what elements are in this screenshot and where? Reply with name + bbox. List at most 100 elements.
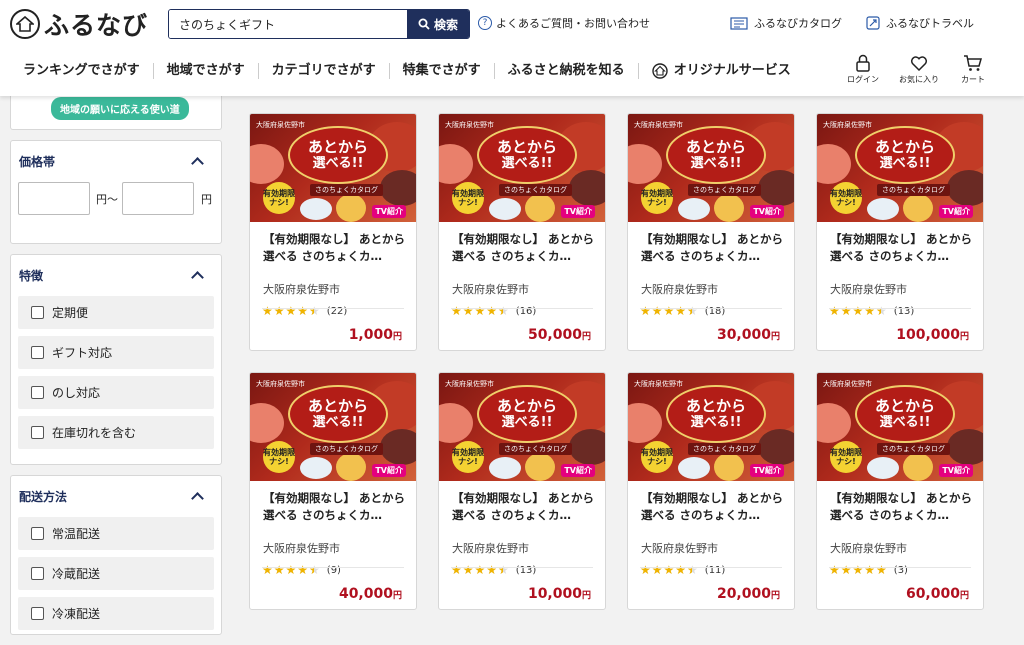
price-unit: 円 (581, 591, 591, 601)
headline-line-1: あとから (874, 397, 935, 415)
feature-option[interactable]: のし対応 (18, 376, 214, 409)
nav-original-service[interactable]: オリジナルサービス (637, 63, 804, 79)
product-title[interactable]: 【有効期限なし】 あとから選べる さのちょくカ… (250, 481, 416, 533)
divider (640, 308, 782, 309)
search-button[interactable]: 検索 (407, 10, 469, 38)
city-badge: 大阪府泉佐野市 (256, 121, 305, 129)
product-image[interactable]: 大阪府泉佐野市 あとから 選べる!! さのちょくカタログ 有効期限 ナシ! TV紹… (817, 373, 983, 481)
product-card[interactable]: 大阪府泉佐野市 あとから 選べる!! さのちょくカタログ 有効期限 ナシ! TV紹… (816, 372, 984, 610)
tv-badge: TV紹介 (750, 205, 784, 218)
divider (262, 567, 404, 568)
product-title[interactable]: 【有効期限なし】 あとから選べる さのちょくカ… (250, 222, 416, 274)
price-value: 100,000 (896, 327, 960, 343)
product-city: 大阪府泉佐野市 (263, 283, 340, 296)
checkbox[interactable] (31, 306, 44, 319)
product-card[interactable]: 大阪府泉佐野市 あとから 選べる!! さのちょくカタログ 有効期限 ナシ! TV紹… (627, 113, 795, 351)
price-panel: 価格帯 円〜 円 (10, 140, 222, 244)
faq-link[interactable]: ? よくあるご質問・お問い合わせ (478, 15, 650, 31)
nav-feature[interactable]: 特集でさがす (388, 63, 494, 79)
product-title[interactable]: 【有効期限なし】 あとから選べる さのちょくカ… (628, 481, 794, 533)
star-rating: ★★★★★ ★★★★★ (829, 564, 888, 576)
product-image[interactable]: 大阪府泉佐野市 あとから 選べる!! さのちょくカタログ 有効期限 ナシ! TV紹… (628, 373, 794, 481)
headline-line-1: あとから (307, 138, 368, 156)
delivery-panel-header[interactable]: 配送方法 (18, 484, 214, 517)
product-card[interactable]: 大阪府泉佐野市 あとから 選べる!! さのちょくカタログ 有効期限 ナシ! TV紹… (249, 113, 417, 351)
no-expiry-line-1: 有効期限 (641, 448, 673, 457)
checkbox[interactable] (31, 567, 44, 580)
food-decoration (867, 198, 899, 220)
delivery-option[interactable]: 冷蔵配送 (18, 557, 214, 590)
delivery-option-label: 冷凍配送 (52, 607, 101, 621)
star-rating: ★★★★★ ★★★★★ (451, 305, 510, 317)
login-button[interactable]: ログイン (840, 52, 886, 85)
checkbox[interactable] (31, 527, 44, 540)
price-unit: 円 (392, 591, 402, 601)
product-price: 100,000円 (896, 327, 969, 343)
product-image[interactable]: 大阪府泉佐野市 あとから 選べる!! さのちょくカタログ 有効期限 ナシ! TV紹… (628, 114, 794, 222)
price-unit: 円 (959, 591, 969, 601)
product-title[interactable]: 【有効期限なし】 あとから選べる さのちょくカ… (817, 481, 983, 533)
catalog-link[interactable]: ふるなびカタログ (730, 15, 842, 31)
banner-headline: あとから 選べる!! (855, 385, 955, 443)
product-image[interactable]: 大阪府泉佐野市 あとから 選べる!! さのちょくカタログ 有効期限 ナシ! TV紹… (817, 114, 983, 222)
product-title[interactable]: 【有効期限なし】 あとから選べる さのちょくカ… (817, 222, 983, 274)
checkbox[interactable] (31, 607, 44, 620)
checkbox[interactable] (31, 426, 44, 439)
star-rating: ★★★★★ ★★★★★ (640, 305, 699, 317)
nav-category[interactable]: カテゴリでさがす (257, 63, 389, 79)
delivery-option[interactable]: 常温配送 (18, 517, 214, 550)
features-panel-header[interactable]: 特徴 (18, 263, 214, 296)
nav-ranking[interactable]: ランキングでさがす (10, 63, 153, 79)
product-title[interactable]: 【有効期限なし】 あとから選べる さのちょくカ… (439, 481, 605, 533)
headline-line-2: 選べる!! (690, 156, 742, 171)
banner-headline: あとから 選べる!! (666, 126, 766, 184)
no-expiry-line-2: ナシ! (647, 457, 667, 466)
feature-option[interactable]: 定期便 (18, 296, 214, 329)
product-image[interactable]: 大阪府泉佐野市 あとから 選べる!! さのちょくカタログ 有効期限 ナシ! TV紹… (250, 373, 416, 481)
product-card[interactable]: 大阪府泉佐野市 あとから 選べる!! さのちょくカタログ 有効期限 ナシ! TV紹… (438, 372, 606, 610)
no-expiry-badge: 有効期限 ナシ! (452, 182, 484, 214)
travel-link[interactable]: ふるなびトラベル (866, 15, 974, 31)
city-badge: 大阪府泉佐野市 (823, 121, 872, 129)
star-fill: ★★★★★ (640, 305, 692, 317)
product-card[interactable]: 大阪府泉佐野市 あとから 選べる!! さのちょくカタログ 有効期限 ナシ! TV紹… (438, 113, 606, 351)
product-card[interactable]: 大阪府泉佐野市 あとから 選べる!! さのちょくカタログ 有効期限 ナシ! TV紹… (627, 372, 795, 610)
search-input[interactable] (169, 10, 407, 38)
cart-button[interactable]: カート (950, 52, 996, 85)
chevron-up-icon (191, 157, 204, 170)
checkbox[interactable] (31, 346, 44, 359)
filter-sidebar: 地域の願いに応える使い道 価格帯 円〜 円 特徴 定期便 ギフト対応 のし対応 … (10, 88, 222, 645)
feature-option[interactable]: 在庫切れを含む (18, 416, 214, 449)
search-button-label: 検索 (433, 17, 458, 32)
checkbox[interactable] (31, 386, 44, 399)
product-image[interactable]: 大阪府泉佐野市 あとから 選べる!! さのちょくカタログ 有効期限 ナシ! TV紹… (250, 114, 416, 222)
nav-learn[interactable]: ふるさと納税を知る (493, 63, 638, 79)
product-card[interactable]: 大阪府泉佐野市 あとから 選べる!! さのちょくカタログ 有効期限 ナシ! TV紹… (249, 372, 417, 610)
delivery-option[interactable]: 冷凍配送 (18, 597, 214, 630)
feature-option[interactable]: ギフト対応 (18, 336, 214, 369)
product-title[interactable]: 【有効期限なし】 あとから選べる さのちょくカ… (439, 222, 605, 274)
product-image[interactable]: 大阪府泉佐野市 あとから 選べる!! さのちょくカタログ 有効期限 ナシ! TV紹… (439, 114, 605, 222)
headline-line-2: 選べる!! (690, 415, 742, 430)
price-value: 1,000 (348, 327, 393, 343)
no-expiry-badge: 有効期限 ナシ! (641, 441, 673, 473)
product-title[interactable]: 【有効期限なし】 あとから選べる さのちょくカ… (628, 222, 794, 274)
city-badge: 大阪府泉佐野市 (445, 380, 494, 388)
favorite-button[interactable]: お気に入り (896, 52, 942, 85)
nav-region[interactable]: 地域でさがす (152, 63, 258, 79)
divider (262, 308, 404, 309)
tv-badge: TV紹介 (939, 464, 973, 477)
price-value: 40,000 (338, 586, 393, 602)
region-tag[interactable]: 地域の願いに応える使い道 (51, 97, 189, 120)
product-rating: ★★★★★ ★★★★★ (9) (250, 556, 416, 576)
product-card[interactable]: 大阪府泉佐野市 あとから 選べる!! さのちょくカタログ 有効期限 ナシ! TV紹… (816, 113, 984, 351)
price-min-input[interactable] (18, 182, 90, 215)
price-max-input[interactable] (122, 182, 194, 215)
food-decoration (758, 170, 794, 206)
no-expiry-badge: 有効期限 ナシ! (830, 182, 862, 214)
site-logo[interactable]: ふるなび (10, 6, 148, 42)
city-badge: 大阪府泉佐野市 (445, 121, 494, 129)
product-image[interactable]: 大阪府泉佐野市 あとから 選べる!! さのちょくカタログ 有効期限 ナシ! TV紹… (439, 373, 605, 481)
price-panel-header[interactable]: 価格帯 (18, 149, 214, 182)
headline-line-1: あとから (496, 138, 557, 156)
